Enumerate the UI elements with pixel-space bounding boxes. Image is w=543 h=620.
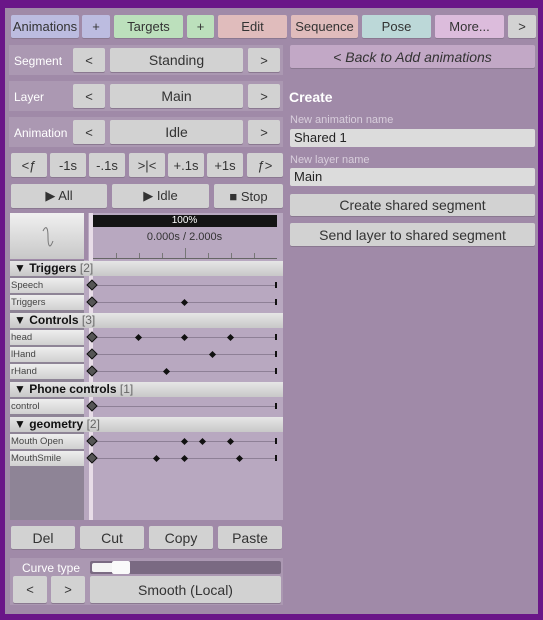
group-name: ▼ geometry [14,417,84,431]
del-button[interactable]: Del [11,526,75,549]
track-label[interactable]: control [10,399,84,414]
group-count: [2] [79,261,94,275]
frame-button[interactable]: +.1s [168,153,204,177]
curve-type-slider[interactable] [90,561,281,574]
curve-type-label: Curve type [22,561,81,575]
slider-handle[interactable] [112,561,131,574]
next-button[interactable]: > [248,84,280,108]
prev-button[interactable]: < [73,48,105,72]
group-count: [1] [119,382,134,396]
curve-type-value[interactable]: Smooth (Local) [90,576,281,603]
selector-label: Layer [14,90,45,104]
next-button[interactable]: > [248,48,280,72]
create-heading: Create [289,89,333,105]
track-label[interactable]: MouthSmile [10,451,84,466]
selector-label: Segment [14,54,63,68]
frame-button[interactable]: +1s [207,153,243,177]
track-label[interactable]: head [10,330,84,345]
curve-prev-button[interactable]: < [13,576,47,603]
tab-6[interactable]: Pose [362,15,431,38]
group-name: ▼ Phone controls [14,382,117,396]
track-end-marker [275,438,277,444]
tab-3[interactable]: + [187,15,214,38]
track-end-marker [275,403,277,409]
zoom-bar[interactable]: 100% [92,215,277,227]
play-all-button[interactable]: ▶ All [11,184,107,208]
frame-button[interactable]: >|< [129,153,165,177]
track-line[interactable] [92,371,277,372]
selector-label: Animation [14,126,68,140]
frame-button[interactable]: <ƒ [11,153,47,177]
back-button[interactable]: < Back to Add animations [290,45,535,68]
frame-button[interactable]: ƒ> [247,153,283,177]
tab-1[interactable]: + [82,15,110,38]
group-count: [3] [81,313,96,327]
tab-2[interactable]: Targets [114,15,183,38]
tab-5[interactable]: Sequence [291,15,358,38]
group-header[interactable]: ▼ Phone controls [1] [10,382,283,397]
send-layer-button[interactable]: Send layer to shared segment [290,223,535,246]
cut-button[interactable]: Cut [80,526,144,549]
tab-7[interactable]: More... [435,15,504,38]
next-button[interactable]: > [248,120,280,144]
time-readout: 0.000s / 2.000s [146,231,223,243]
time-ruler[interactable] [92,245,277,259]
copy-button[interactable]: Copy [149,526,213,549]
paste-button[interactable]: Paste [218,526,282,549]
track-label[interactable]: lHand [10,347,84,362]
curve-icon [42,227,54,247]
track-line[interactable] [92,354,277,355]
track-end-marker [275,455,277,461]
track-label[interactable]: Mouth Open [10,434,84,449]
tab-8[interactable]: > [508,15,536,38]
track-line[interactable] [92,285,277,286]
prev-button[interactable]: < [73,84,105,108]
group-count: [2] [86,417,100,431]
track-label[interactable]: Speech [10,278,84,293]
selector-value[interactable]: Standing [110,48,243,72]
curve-view-toggle[interactable] [10,213,84,259]
group-name: ▼ Controls [14,313,79,327]
track-end-marker [275,299,277,305]
group-name: ▼ Triggers [14,261,77,275]
anim-name-label: New animation name [290,114,394,126]
prev-button[interactable]: < [73,120,105,144]
track-end-marker [275,368,277,374]
track-end-marker [275,334,277,340]
group-header[interactable]: ▼ geometry [2] [10,417,283,432]
frame-button[interactable]: -.1s [89,153,125,177]
layer-name-input[interactable]: Main [290,168,535,186]
track-label[interactable]: rHand [10,364,84,379]
layer-name-label: New layer name [290,154,370,166]
selector-value[interactable]: Main [110,84,243,108]
frame-button[interactable]: -1s [50,153,86,177]
play-current-button[interactable]: ▶ Idle [112,184,209,208]
track-end-marker [275,351,277,357]
tab-0[interactable]: Animations [11,15,79,38]
selector-value[interactable]: Idle [110,120,243,144]
track-label[interactable]: Triggers [10,295,84,310]
anim-name-input[interactable]: Shared 1 [290,129,535,147]
group-header[interactable]: ▼ Triggers [2] [10,261,283,276]
track-line[interactable] [92,406,277,407]
tab-4[interactable]: Edit [218,15,287,38]
stop-button[interactable]: ■ Stop [214,184,283,208]
track-end-marker [275,282,277,288]
create-shared-segment-button[interactable]: Create shared segment [290,194,535,216]
group-header[interactable]: ▼ Controls [3] [10,313,283,328]
curve-next-button[interactable]: > [51,576,85,603]
